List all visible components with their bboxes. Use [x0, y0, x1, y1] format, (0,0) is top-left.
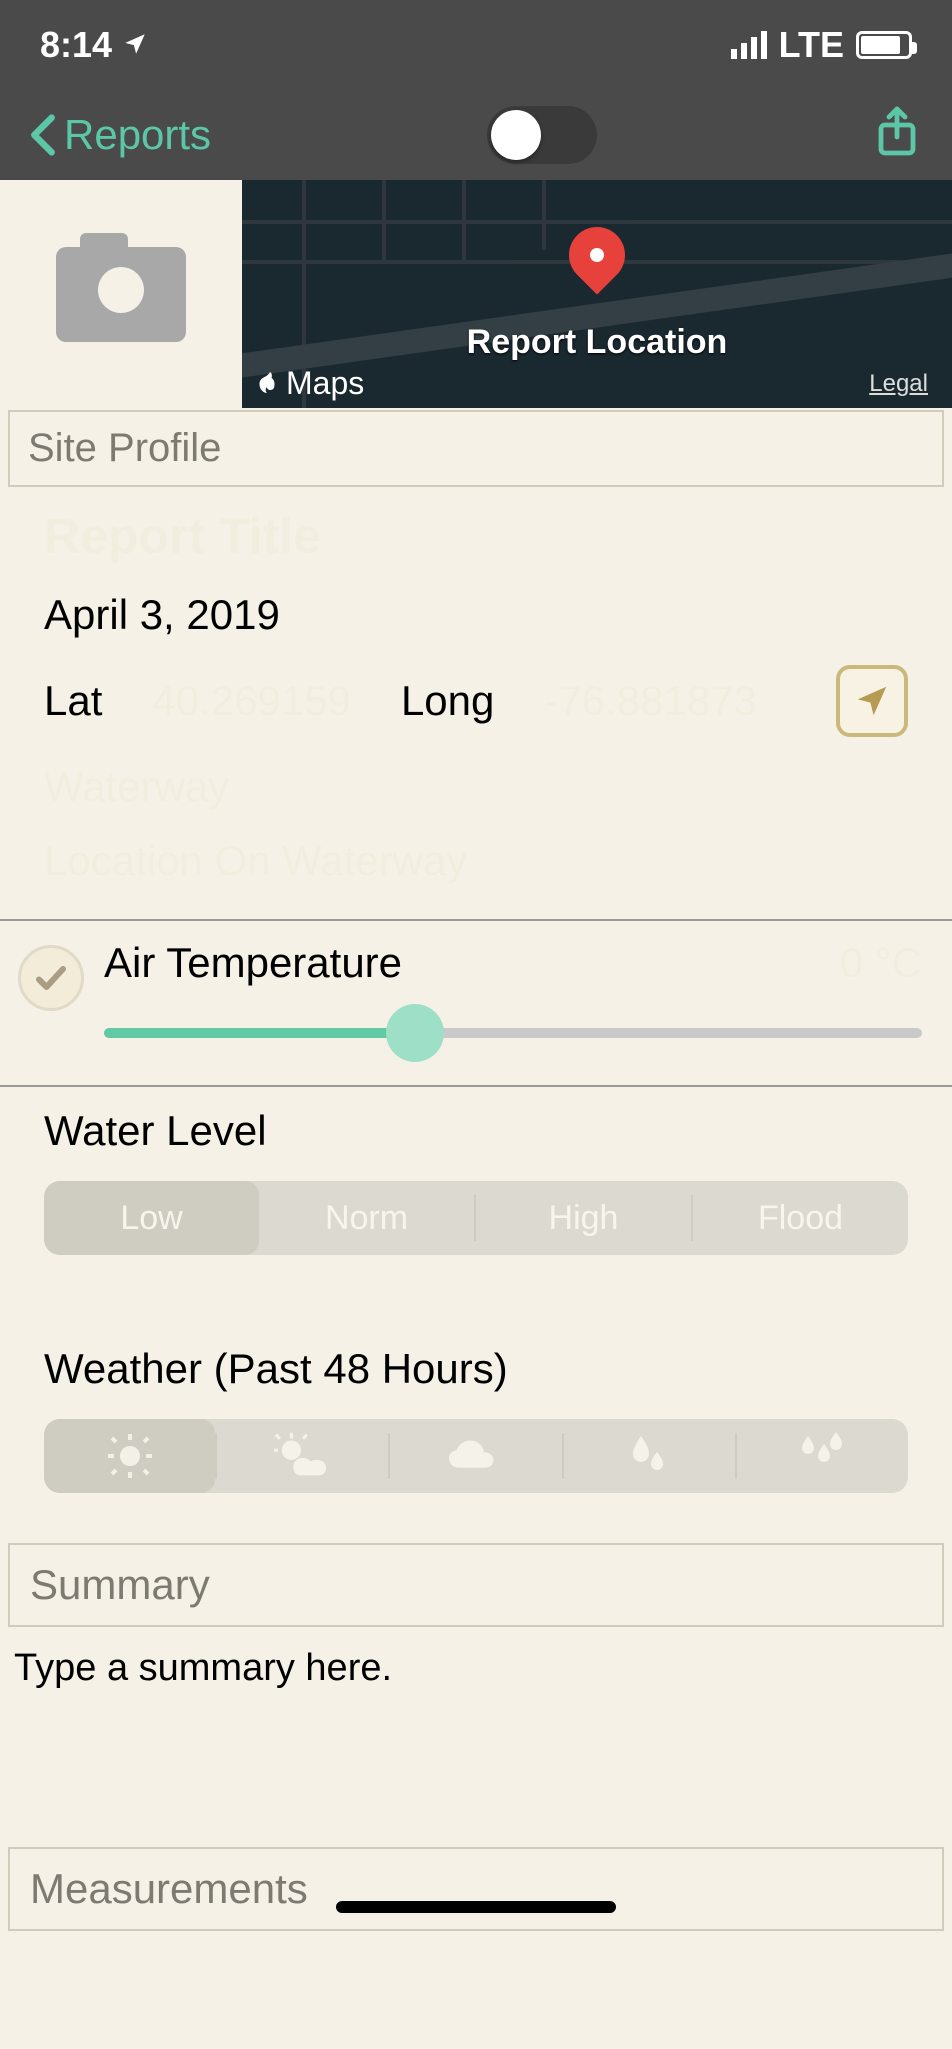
cloud-icon — [447, 1436, 505, 1476]
signal-strength-icon — [731, 31, 767, 59]
report-date[interactable]: April 3, 2019 — [44, 591, 908, 639]
weather-option-rain[interactable] — [564, 1419, 735, 1493]
nav-bar: Reports — [0, 90, 952, 180]
mode-toggle[interactable] — [487, 106, 597, 164]
weather-label: Weather (Past 48 Hours) — [44, 1345, 908, 1393]
map-pin-icon — [569, 227, 625, 283]
long-label: Long — [401, 677, 494, 725]
share-button[interactable] — [872, 105, 922, 166]
air-temp-slider[interactable] — [104, 1013, 922, 1053]
site-profile-header: Site Profile — [8, 410, 944, 487]
air-temp-value: 0 °C — [840, 939, 922, 987]
locate-me-button[interactable] — [836, 665, 908, 737]
back-label: Reports — [64, 111, 211, 159]
back-button[interactable]: Reports — [30, 111, 211, 159]
camera-icon — [56, 247, 186, 342]
map-location-label: Report Location — [467, 323, 728, 362]
water-level-option-high[interactable]: High — [476, 1181, 691, 1255]
report-title-input[interactable]: Report Title — [44, 507, 908, 565]
map-preview[interactable]: Report Location Maps Legal — [242, 180, 952, 408]
water-level-label: Water Level — [44, 1107, 908, 1155]
weather-option-cloudy[interactable] — [390, 1419, 561, 1493]
air-temp-check-icon[interactable] — [18, 945, 84, 1011]
status-time: 8:14 — [40, 24, 112, 66]
sun-icon — [106, 1432, 154, 1480]
location-services-icon — [122, 24, 148, 66]
maps-brand: Maps — [254, 365, 364, 402]
weather-option-partly-cloudy[interactable] — [217, 1419, 388, 1493]
water-level-option-norm[interactable]: Norm — [259, 1181, 474, 1255]
location-on-waterway-input[interactable]: Location On Waterway — [44, 837, 908, 885]
lat-value[interactable]: 40.269159 — [152, 677, 351, 725]
summary-textarea[interactable]: Type a summary here. — [0, 1627, 952, 1847]
weather-option-heavy-rain[interactable] — [737, 1419, 908, 1493]
weather-option-sunny[interactable] — [44, 1419, 215, 1493]
air-temp-label: Air Temperature — [104, 939, 402, 987]
water-level-option-flood[interactable]: Flood — [693, 1181, 908, 1255]
weather-segmented[interactable] — [44, 1419, 908, 1493]
partly-cloudy-icon — [274, 1432, 332, 1480]
rain-icon — [629, 1432, 669, 1480]
home-indicator[interactable] — [336, 1901, 616, 1913]
long-value[interactable]: -76.881873 — [544, 677, 757, 725]
map-legal-link[interactable]: Legal — [869, 370, 928, 398]
heavy-rain-icon — [798, 1432, 846, 1480]
battery-icon — [856, 31, 912, 59]
water-level-option-low[interactable]: Low — [44, 1181, 259, 1255]
status-bar: 8:14 LTE — [0, 0, 952, 90]
waterway-input[interactable]: Waterway — [44, 763, 908, 811]
network-label: LTE — [779, 24, 844, 66]
measurements-header: Measurements — [8, 1847, 944, 1931]
summary-header: Summary — [8, 1543, 944, 1627]
water-level-segmented[interactable]: Low Norm High Flood — [44, 1181, 908, 1255]
add-photo-button[interactable] — [0, 180, 242, 408]
lat-label: Lat — [44, 677, 102, 725]
